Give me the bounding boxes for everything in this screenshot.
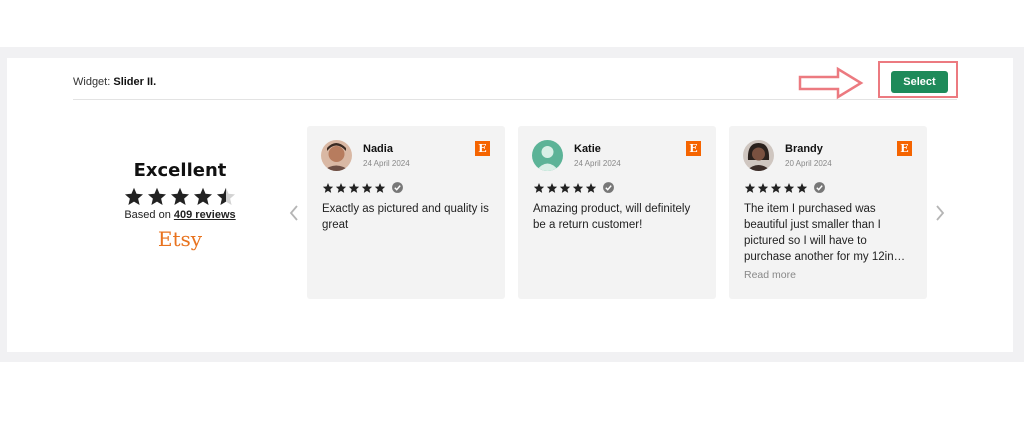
star-icon <box>796 182 808 193</box>
star-icon <box>193 187 213 205</box>
review-stars <box>533 181 615 194</box>
reviewer-name: Nadia <box>363 143 393 155</box>
review-stars <box>322 181 404 194</box>
select-button[interactable]: Select <box>891 71 948 93</box>
reviewer-name: Brandy <box>785 143 823 155</box>
widget-title: Widget: Slider II. <box>73 76 156 88</box>
widget-prefix: Widget: <box>73 76 114 88</box>
star-icon <box>546 182 558 193</box>
verified-icon <box>814 182 825 193</box>
chevron-left-icon <box>289 205 298 221</box>
star-icon <box>147 187 167 205</box>
chevron-right-icon <box>936 205 945 221</box>
star-icon <box>374 182 386 193</box>
review-card: Katie 24 April 2024 E Amazing product, w… <box>518 126 716 299</box>
review-card: Nadia 24 April 2024 E Exactly as picture… <box>307 126 505 299</box>
review-stars <box>744 181 826 194</box>
star-icon <box>585 182 597 193</box>
verified-icon <box>603 182 614 193</box>
star-icon <box>770 182 782 193</box>
review-date: 24 April 2024 <box>574 159 621 168</box>
etsy-logo: Etsy <box>157 227 203 251</box>
etsy-icon: E <box>897 141 912 156</box>
review-text: Amazing product, will definitely be a re… <box>533 203 691 231</box>
verified-icon <box>392 182 403 193</box>
half-star-icon <box>216 187 236 205</box>
star-icon <box>322 182 334 193</box>
star-icon <box>559 182 571 193</box>
review-date: 20 April 2024 <box>785 159 832 168</box>
reviewer-name: Katie <box>574 143 601 155</box>
avatar <box>743 140 774 171</box>
arrow-right-icon <box>798 66 864 100</box>
widget-name: Slider II. <box>113 76 157 88</box>
star-icon <box>757 182 769 193</box>
review-text: The item I purchased was beautiful just … <box>744 203 906 263</box>
review-date: 24 April 2024 <box>363 159 410 168</box>
based-prefix: Based on <box>124 209 174 221</box>
star-icon <box>335 182 347 193</box>
star-icon <box>533 182 545 193</box>
review-text: Exactly as pictured and quality is great <box>322 203 489 231</box>
star-icon <box>348 182 360 193</box>
read-more-link[interactable]: Read more <box>744 269 796 281</box>
slider-prev-button[interactable] <box>287 202 301 224</box>
star-icon <box>783 182 795 193</box>
slider-next-button[interactable] <box>933 202 947 224</box>
rating-word: Excellent <box>133 160 227 181</box>
star-icon <box>744 182 756 193</box>
star-icon <box>170 187 190 205</box>
avatar <box>532 140 563 171</box>
star-icon <box>124 187 144 205</box>
etsy-icon: E <box>686 141 701 156</box>
reviews-link[interactable]: 409 reviews <box>174 209 236 221</box>
rating-summary: Excellent Based on 409 reviews Etsy <box>110 160 250 251</box>
based-on-text: Based on 409 reviews <box>110 209 250 221</box>
star-icon <box>572 182 584 193</box>
avatar <box>321 140 352 171</box>
review-card: Brandy 20 April 2024 E The item I purcha… <box>729 126 927 299</box>
etsy-icon: E <box>475 141 490 156</box>
star-icon <box>361 182 373 193</box>
summary-stars <box>110 186 250 207</box>
